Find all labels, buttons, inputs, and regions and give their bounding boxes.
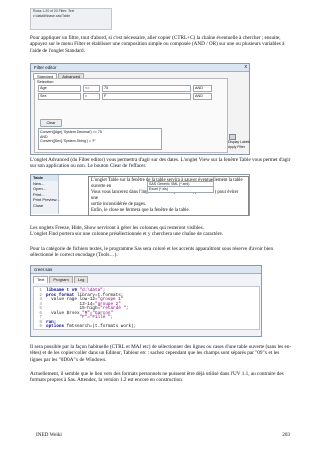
explanation-line: Enfin, le close ne fermera que la fenêtr…	[91, 208, 190, 213]
table-status-strip: Rows 1-20 of 20 Filter: Text c:\datalib\…	[30, 8, 112, 30]
logic-select-1[interactable]: AND	[193, 85, 212, 92]
code-window-titlebar: creer.sas	[31, 266, 261, 274]
code-window-title: creer.sas	[34, 267, 53, 272]
close-icon[interactable]: x	[245, 64, 248, 71]
path-text: c:\datalib\base.cas\Table	[33, 14, 71, 18]
code-editor[interactable]: 1 libname t v9 "d:\data"; 2 proc format lib…	[33, 286, 260, 330]
footer-source: INED Weiki	[36, 432, 62, 438]
paragraph-freeze-find: Les onglets Freeze, Hide, Show serviront…	[30, 225, 224, 238]
filter-expression-box: Convert([Age],'System.Decimal') <= 75 AN…	[38, 128, 162, 150]
menu-print-preview[interactable]: Print Preview...	[31, 197, 60, 203]
page-footer: INED Weiki 203	[36, 432, 290, 438]
selection-label: Selection	[37, 79, 54, 84]
apply-filter-check[interactable]: Apply Filter	[228, 145, 245, 150]
tab-program[interactable]: Program	[49, 276, 73, 283]
line-number: 9	[39, 324, 42, 329]
filter-editor-title: Filter editor	[34, 65, 57, 70]
tab-text[interactable]: Text	[33, 276, 49, 283]
clear-button[interactable]: Clear	[40, 119, 62, 127]
tab-log[interactable]: Log	[73, 276, 89, 283]
expression-line: Convert([Sex],'System.String') = 'F'	[40, 139, 96, 144]
variable-select-2[interactable]: Sex	[38, 93, 81, 100]
menu-close[interactable]: Close	[31, 203, 58, 209]
value-field-1[interactable]: 75	[102, 85, 191, 92]
selection-group: Selection Age <= 75 AND Sex = F AND Clea…	[34, 78, 228, 153]
paragraph-encoding: Pour la catégorie de fichiers textes, le…	[30, 246, 274, 259]
operator-select-1[interactable]: <=	[83, 85, 100, 92]
operator-select-2[interactable]: =	[83, 93, 100, 100]
value-field-2[interactable]: F	[102, 93, 191, 100]
variable-select-1[interactable]: Age	[38, 85, 81, 92]
save-format-option[interactable]: Excel (*.xls)	[147, 186, 214, 193]
filter-editor-window: Filter editor x Standard Advanced Select…	[30, 63, 250, 155]
table-window: Table New... Open... Print... Print Prev…	[30, 174, 250, 216]
paragraph-copy-paste: Il sera possible par la façon habituelle…	[30, 344, 292, 363]
code-window: creer.sas Text Program Log 1 libname t v9…	[30, 265, 262, 337]
table-menu: Table New... Open... Print... Print Prev…	[31, 175, 60, 214]
code-text: options fmtsearch=(t.formats work);	[46, 324, 137, 329]
paragraph-filter-intro: Pour appliquer un filtre, tout d'abord, …	[30, 35, 285, 54]
filter-editor-titlebar: Filter editor x	[31, 64, 249, 72]
page-number: 203	[282, 432, 290, 438]
paragraph-formats-note: Actuellement, il semble que le lien vers…	[30, 371, 284, 384]
paragraph-advanced: L'onglet Advanced (du Filter editor) vou…	[30, 157, 291, 170]
logic-select-2[interactable]: AND	[193, 93, 212, 100]
